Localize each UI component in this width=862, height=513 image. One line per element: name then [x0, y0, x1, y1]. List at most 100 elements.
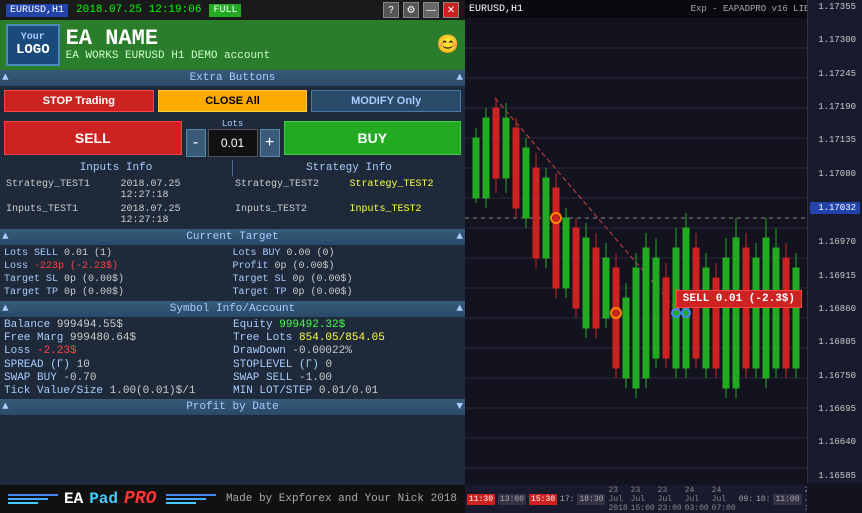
inputs-info-header: Inputs Info	[0, 160, 232, 176]
price-14: 1.16585	[810, 471, 860, 481]
info-cell-2: 2018.07.25 12:27:18	[119, 178, 233, 202]
close-all-button[interactable]: CLOSE All	[158, 90, 308, 112]
sl-sell-cell: Target SL 0p (0.00$)	[4, 274, 233, 285]
balance-label: Balance	[4, 319, 50, 331]
tp-buy-cell: Target TP 0p (0.00$)	[233, 287, 462, 298]
footer-made-by: Made by Expforex and Your Nick 2018	[226, 493, 457, 505]
brand-pro: PRO	[124, 489, 156, 509]
price-12: 1.16695	[810, 404, 860, 414]
lots-sell-label: Lots SELL	[4, 248, 58, 259]
info-headers: Inputs Info Strategy Info	[0, 160, 465, 176]
info-cell-1: Strategy_TEST1	[4, 178, 118, 202]
ea-info: EA NAME EA WORKS EURUSD H1 DEMO account	[66, 28, 431, 62]
extra-buttons-header: ▲ Extra Buttons ▲	[0, 70, 465, 86]
sell-button[interactable]: SELL	[4, 121, 182, 155]
si-arrow-left: ▲	[2, 303, 9, 315]
lots-minus-button[interactable]: -	[186, 129, 206, 157]
symbol-info-section: Balance 999494.55$ Equity 999492.32$ Fre…	[0, 317, 465, 399]
close-button[interactable]: ✕	[443, 2, 459, 18]
info-cell-6: 2018.07.25 12:27:18	[119, 203, 233, 227]
time-24jul11: 24 Jul 11:00	[805, 486, 808, 513]
min-lot-row: MIN LOT/STEP 0.01/0.01	[233, 385, 461, 397]
stoplevel-row: STOPLEVEL (Г) 0	[233, 359, 461, 371]
profit-cell: Profit 0p (0.00$)	[233, 261, 462, 272]
footer-lines-right	[166, 494, 216, 504]
tp-sell-value: 0p (0.00$)	[64, 287, 124, 298]
ea-name: EA NAME	[66, 28, 431, 50]
brand-pad: Pad	[89, 490, 118, 508]
time-23jul15: 23 Jul 15:00	[631, 486, 655, 513]
tree-lots-row: Tree Lots 854.05/854.05	[233, 332, 461, 344]
tree-lots-label: Tree Lots	[233, 332, 292, 344]
price-6: 1.17080	[810, 169, 860, 179]
lots-plus-button[interactable]: +	[260, 129, 280, 157]
min-lot-label: MIN LOT/STEP	[233, 385, 312, 397]
logo-bottom-text: LOGO	[16, 43, 50, 58]
price-11: 1.16750	[810, 371, 860, 381]
header-time: 2018.07.25 12:19:06	[76, 4, 201, 16]
time-1530: 15:30	[529, 494, 557, 505]
target-row-sl: Target SL 0p (0.00$) Target SL 0p (0.00$…	[4, 273, 461, 286]
ea-subtext: EA WORKS EURUSD H1 DEMO account	[66, 50, 431, 62]
lots-buy-value: 0.00 (0)	[287, 248, 335, 259]
header-controls: ? ⚙ — ✕	[383, 2, 459, 18]
time-17: 17:	[560, 495, 574, 504]
lots-sell-value: 0.01 (1)	[64, 248, 112, 259]
drawdown-value: -0.00022%	[292, 345, 351, 357]
equity-value: 999492.32$	[279, 319, 345, 331]
current-target-label: Current Target	[186, 231, 278, 243]
chart-svg	[465, 18, 807, 485]
footer-brand: EA Pad PRO	[8, 489, 156, 509]
equity-row: Equity 999492.32$	[233, 319, 461, 331]
time-1300: 13:00	[498, 494, 526, 505]
trade-row: SELL Lots - 0.01 + BUY	[0, 116, 465, 160]
time-09: 09:	[739, 495, 753, 504]
price-4: 1.17190	[810, 102, 860, 112]
buy-button[interactable]: BUY	[284, 121, 462, 155]
target-row-loss: Loss -223p (-2.23$) Profit 0p (0.00$)	[4, 260, 461, 273]
si-arrow-right: ▲	[456, 303, 463, 315]
gear-button[interactable]: ⚙	[403, 2, 419, 18]
footer-line-2	[8, 498, 48, 500]
stoplevel-value: 0	[325, 359, 332, 371]
loss-value: -223p (-2.23$)	[34, 261, 118, 272]
time-1100: 11:00	[773, 494, 801, 505]
lots-sell-cell: Lots SELL 0.01 (1)	[4, 248, 233, 259]
lots-buy-cell: Lots BUY 0.00 (0)	[233, 248, 462, 259]
symbol-badge: EURUSD,H1	[6, 4, 68, 17]
sym-loss-value: -2.23$	[37, 345, 77, 357]
info-cell-5: Inputs_TEST1	[4, 203, 118, 227]
spread-label: SPREAD (Г)	[4, 359, 70, 371]
profit-label: Profit by Date	[186, 401, 278, 413]
extra-buttons-label: Extra Buttons	[190, 72, 276, 84]
spread-row: SPREAD (Г) 10	[4, 359, 232, 371]
pb-arrow-right: ▼	[456, 401, 463, 413]
minimize-button[interactable]: —	[423, 2, 439, 18]
sl-buy-cell: Target SL 0p (0.00$)	[233, 274, 462, 285]
time-24jul03: 24 Jul 03:00	[685, 486, 709, 513]
target-row-lots: Lots SELL 0.01 (1) Lots BUY 0.00 (0)	[4, 247, 461, 260]
question-button[interactable]: ?	[383, 2, 399, 18]
spread-grid: SPREAD (Г) 10 STOPLEVEL (Г) 0 SWAP BUY -…	[4, 359, 461, 397]
balance-row: Balance 999494.55$	[4, 319, 232, 331]
modify-only-button[interactable]: MODIFY Only	[311, 90, 461, 112]
stop-trading-button[interactable]: STOP Trading	[4, 90, 154, 112]
footer-deco-line-2	[166, 498, 206, 500]
spread-value: 10	[77, 359, 90, 371]
date-23jul: 23 Jul 2018	[608, 486, 627, 513]
loss-label: Loss	[4, 261, 28, 272]
pb-arrow-left: ▲	[2, 401, 9, 413]
price-2: 1.17300	[810, 35, 860, 45]
current-target-header: ▲ Current Target ▲	[0, 229, 465, 245]
price-13: 1.16640	[810, 437, 860, 447]
ea-logo: Your LOGO	[6, 24, 60, 66]
lots-input[interactable]: 0.01	[208, 129, 258, 157]
profit-section	[0, 415, 465, 485]
sym-loss-label: Loss	[4, 345, 30, 357]
price-current: 1.17032	[810, 202, 860, 214]
chart-symbol: EURUSD,H1	[469, 4, 523, 15]
lots-control: Lots - 0.01 +	[186, 119, 280, 157]
chart-panel: EURUSD,H1 Exp - EAPADPRO v16 LIBRARY TES…	[465, 0, 862, 513]
footer-deco-line-1	[166, 494, 216, 496]
header-top-bar: EURUSD,H1 2018.07.25 12:19:06 FULL ? ⚙ —…	[0, 0, 465, 20]
